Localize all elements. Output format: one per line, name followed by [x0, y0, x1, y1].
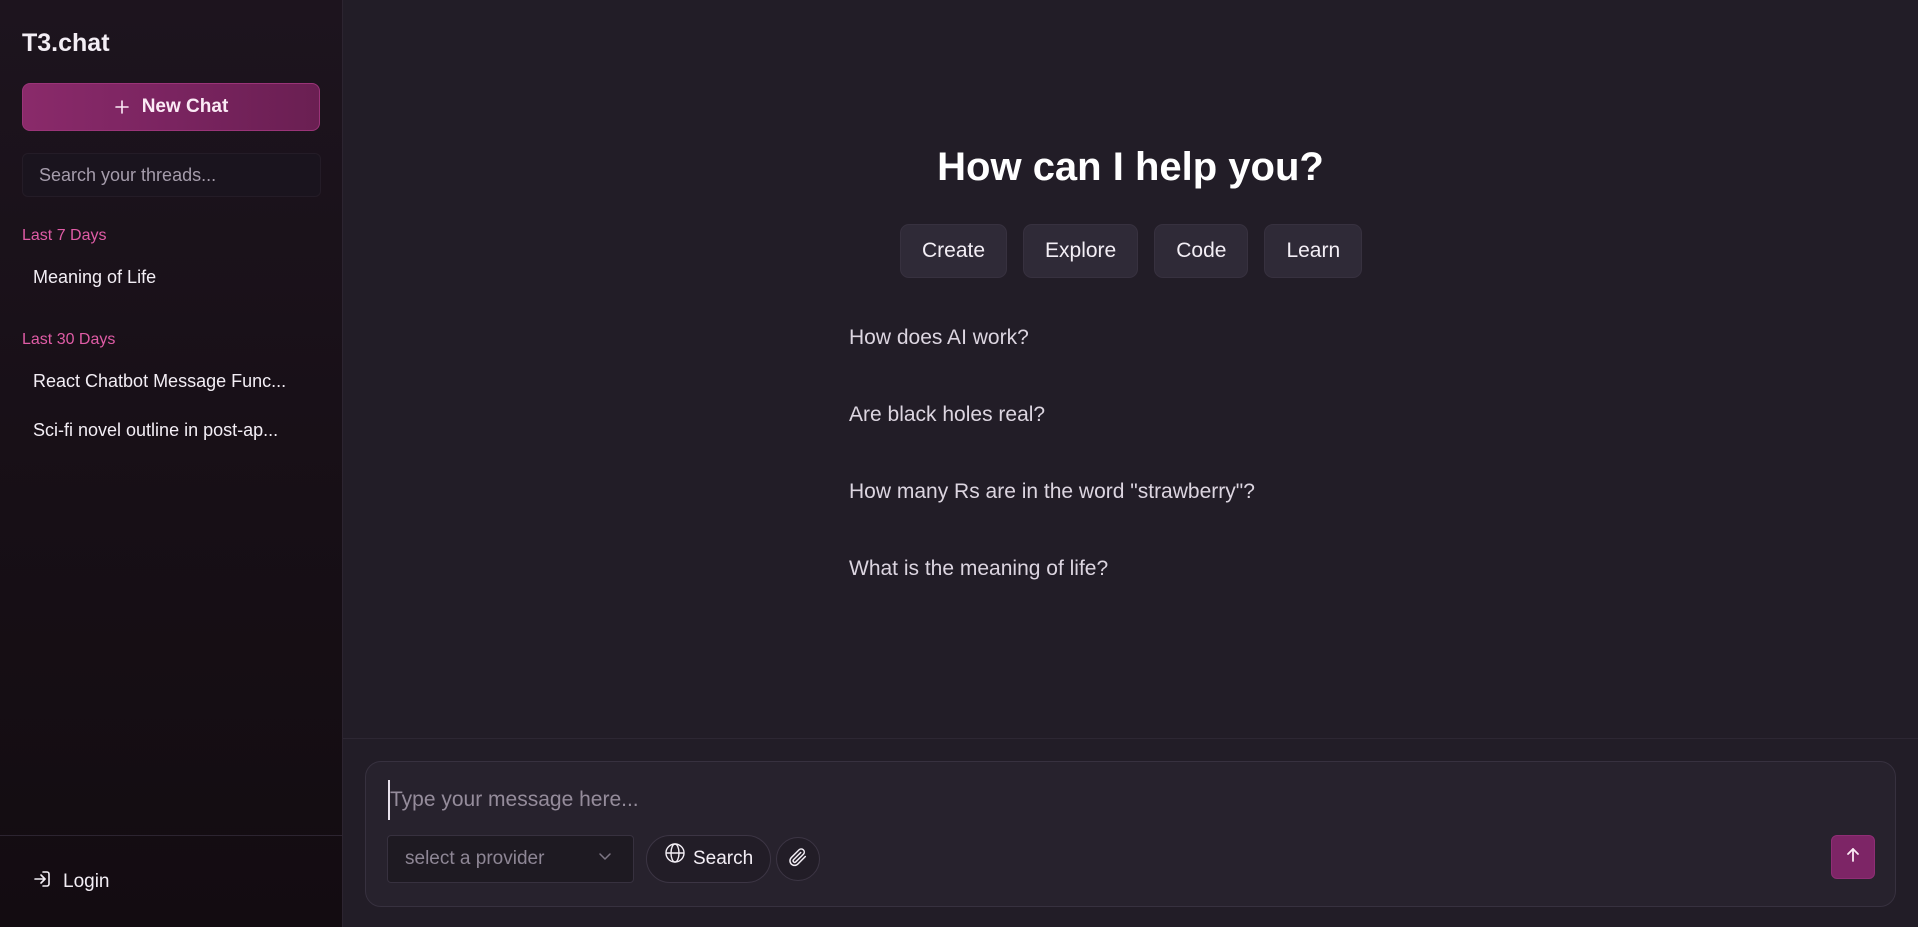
main-panel: How can I help you? Create Explore Code … [343, 0, 1918, 927]
app-root: T3.chat New Chat Last 7 Days Meaning of … [0, 0, 1918, 927]
category-learn-button[interactable]: Learn [1264, 224, 1363, 278]
arrow-up-icon [1844, 846, 1862, 869]
thread-group-label: Last 30 Days [22, 331, 116, 348]
paperclip-icon [787, 846, 809, 873]
globe-icon [664, 843, 686, 870]
category-code-button[interactable]: Code [1154, 224, 1249, 278]
provider-select[interactable]: select a provider [387, 835, 634, 883]
thread-item[interactable]: Meaning of Life [22, 259, 320, 295]
suggestion-item[interactable]: Are black holes real? [846, 395, 1466, 435]
sidebar-footer: Login [0, 835, 342, 927]
thread-item[interactable]: Sci-fi novel outline in post-ap... [22, 412, 320, 448]
message-input[interactable] [388, 780, 1868, 820]
web-search-label: Search [693, 848, 754, 869]
attach-file-button[interactable] [776, 837, 820, 881]
search-threads-input[interactable] [22, 153, 321, 197]
login-icon [33, 870, 51, 894]
category-explore-button[interactable]: Explore [1023, 224, 1139, 278]
app-title: T3.chat [22, 29, 110, 57]
chevron-down-icon [597, 848, 613, 870]
suggestion-item[interactable]: How many Rs are in the word "strawberry"… [846, 472, 1466, 512]
provider-select-value: select a provider [405, 848, 545, 869]
thread-item[interactable]: React Chatbot Message Func... [22, 363, 320, 399]
plus-icon [114, 99, 130, 115]
suggestion-item[interactable]: What is the meaning of life? [846, 549, 1466, 589]
new-chat-button[interactable]: New Chat [22, 83, 320, 131]
login-button[interactable]: Login [33, 870, 110, 894]
new-chat-label: New Chat [141, 96, 229, 117]
composer-divider [343, 738, 1918, 739]
suggestion-list: How does AI work? Are black holes real? … [846, 318, 1466, 626]
message-composer: select a provider Search [365, 761, 1896, 907]
web-search-toggle[interactable]: Search [646, 835, 772, 883]
suggestion-item[interactable]: How does AI work? [846, 318, 1466, 358]
category-create-button[interactable]: Create [900, 224, 1008, 278]
sidebar: T3.chat New Chat Last 7 Days Meaning of … [0, 0, 343, 927]
page-title: How can I help you? [937, 145, 1324, 189]
thread-group-label: Last 7 Days [22, 227, 107, 244]
send-button[interactable] [1831, 835, 1875, 879]
login-label: Login [63, 870, 110, 892]
category-tabs: Create Explore Code Learn [900, 224, 1363, 278]
